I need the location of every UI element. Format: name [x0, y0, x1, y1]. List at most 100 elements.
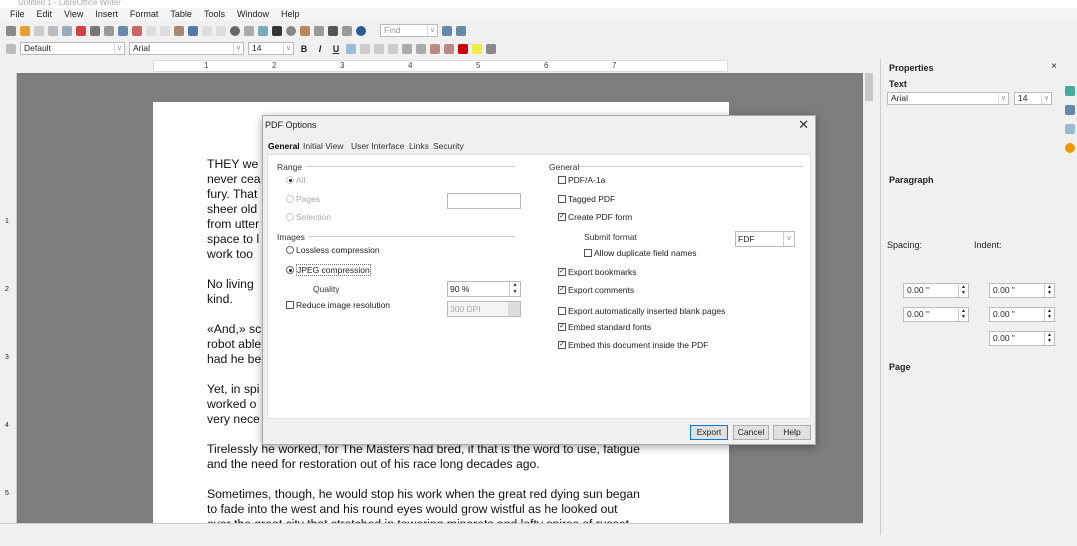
underline-button[interactable]: U — [330, 44, 342, 54]
find-input[interactable]: Find v — [380, 24, 438, 37]
menu-help[interactable]: Help — [275, 8, 306, 21]
embed-document-checkbox[interactable]: ✓ Embed this document inside the PDF — [558, 340, 708, 350]
section-text[interactable]: Text — [889, 79, 907, 89]
decrease-indent-icon[interactable] — [444, 43, 454, 54]
chevron-down-icon[interactable]: v — [783, 232, 794, 246]
menu-file[interactable]: File — [4, 8, 31, 21]
help-button[interactable]: Help — [773, 425, 811, 440]
export-pdf-icon[interactable] — [76, 25, 86, 36]
italic-button[interactable]: I — [314, 44, 326, 54]
export-blank-pages-checkbox[interactable]: Export automatically inserted blank page… — [558, 306, 725, 316]
find-previous-icon[interactable] — [456, 25, 466, 36]
undo-icon[interactable] — [202, 25, 212, 36]
align-left-icon[interactable] — [346, 43, 356, 54]
find-replace-icon[interactable] — [272, 25, 282, 36]
gallery-tab-icon[interactable] — [1065, 124, 1075, 134]
create-pdf-form-checkbox[interactable]: ✓ Create PDF form — [558, 212, 632, 222]
styles-tab-icon[interactable] — [1065, 105, 1075, 115]
spacing-above-field[interactable]: 0.00 " ▲ ▼ — [903, 283, 969, 298]
help-icon[interactable] — [356, 25, 366, 36]
save-icon[interactable] — [34, 25, 44, 36]
close-icon[interactable]: × — [1051, 61, 1057, 72]
redo-icon[interactable] — [216, 25, 226, 36]
sidebar-font-size[interactable]: 14 v — [1014, 92, 1052, 105]
indent-after-field[interactable]: 0.00 " ▲ ▼ — [989, 307, 1055, 322]
navigator-tab-icon[interactable] — [1065, 143, 1075, 153]
spacing-below-field[interactable]: 0.00 " ▲ ▼ — [903, 307, 969, 322]
highlight-icon[interactable] — [472, 43, 482, 54]
email-icon[interactable] — [48, 25, 58, 36]
align-center-icon[interactable] — [360, 43, 370, 54]
menu-edit[interactable]: Edit — [31, 8, 59, 21]
increase-indent-icon[interactable] — [430, 43, 440, 54]
paragraph-style-select[interactable]: Default v — [20, 42, 125, 55]
menu-insert[interactable]: Insert — [89, 8, 124, 21]
font-name-select[interactable]: Arial v — [129, 42, 244, 55]
data-sources-icon[interactable] — [314, 25, 324, 36]
vertical-ruler[interactable]: 1 2 3 4 5 — [0, 73, 17, 523]
paste-icon[interactable] — [174, 25, 184, 36]
indent-before-field[interactable]: 0.00 " ▲ ▼ — [989, 283, 1055, 298]
export-button[interactable]: Export — [690, 425, 728, 440]
justify-icon[interactable] — [388, 43, 398, 54]
open-icon[interactable] — [20, 25, 30, 36]
vertical-scrollbar[interactable] — [863, 59, 875, 523]
tab-user-interface[interactable]: User Interface — [351, 141, 404, 151]
tab-security[interactable]: Security — [433, 141, 464, 151]
section-page[interactable]: Page — [889, 362, 911, 372]
chevron-down-icon[interactable] — [508, 302, 520, 316]
menu-table[interactable]: Table — [164, 8, 198, 21]
first-line-indent-field[interactable]: 0.00 " ▲ ▼ — [989, 331, 1055, 346]
gallery-icon[interactable] — [300, 25, 310, 36]
numbering-icon[interactable] — [402, 43, 412, 54]
tagged-pdf-checkbox[interactable]: Tagged PDF — [558, 194, 615, 204]
reduce-resolution-checkbox[interactable]: Reduce image resolution — [286, 300, 390, 310]
font-size-select[interactable]: 14 v — [248, 42, 294, 55]
embed-fonts-checkbox[interactable]: ✓ Embed standard fonts — [558, 322, 651, 332]
jpeg-compression-radio[interactable]: JPEG compression — [286, 264, 371, 276]
properties-tab-icon[interactable] — [1065, 86, 1075, 96]
print-icon[interactable] — [90, 25, 100, 36]
pdfa-checkbox[interactable]: PDF/A-1a — [558, 175, 605, 185]
allow-duplicate-names-checkbox[interactable]: Allow duplicate field names — [584, 248, 697, 258]
export-bookmarks-checkbox[interactable]: ✓ Export bookmarks — [558, 267, 637, 277]
range-all-radio[interactable]: All — [286, 175, 305, 185]
chevron-down-icon[interactable]: v — [1041, 93, 1051, 104]
range-selection-radio[interactable]: Selection — [286, 212, 331, 222]
bold-button[interactable]: B — [298, 44, 310, 54]
navigator-icon[interactable] — [286, 25, 296, 36]
sidebar-font-name[interactable]: Arial v — [887, 92, 1009, 105]
show-draw-icon[interactable] — [258, 25, 268, 36]
clone-format-icon[interactable] — [188, 25, 198, 36]
menu-format[interactable]: Format — [124, 8, 165, 21]
pages-input[interactable] — [447, 193, 521, 209]
align-right-icon[interactable] — [374, 43, 384, 54]
submit-format-select[interactable]: FDF v — [735, 231, 795, 247]
tab-initial-view[interactable]: Initial View — [303, 141, 343, 151]
export-comments-checkbox[interactable]: ✓ Export comments — [558, 285, 634, 295]
spellcheck-icon[interactable] — [118, 25, 128, 36]
chevron-down-icon[interactable]: v — [114, 43, 124, 54]
range-pages-radio[interactable]: Pages — [286, 194, 320, 204]
bullets-icon[interactable] — [416, 43, 426, 54]
cancel-button[interactable]: Cancel — [733, 425, 769, 440]
hyperlink-icon[interactable] — [230, 25, 240, 36]
section-paragraph[interactable]: Paragraph — [889, 175, 934, 185]
menu-tools[interactable]: Tools — [198, 8, 231, 21]
lossless-compression-radio[interactable]: Lossless compression — [286, 245, 380, 255]
chevron-down-icon[interactable]: v — [427, 25, 437, 36]
close-icon[interactable]: ✕ — [798, 117, 809, 133]
font-color-icon[interactable] — [458, 43, 468, 54]
chevron-down-icon[interactable]: v — [998, 93, 1008, 104]
styles-icon[interactable] — [6, 43, 16, 54]
horizontal-ruler[interactable]: 1 2 3 4 5 6 7 — [18, 59, 863, 73]
menu-view[interactable]: View — [58, 8, 89, 21]
print-preview-icon[interactable] — [104, 25, 114, 36]
find-next-icon[interactable] — [442, 25, 452, 36]
tab-links[interactable]: Links — [409, 141, 429, 151]
edit-mode-icon[interactable] — [62, 25, 72, 36]
quality-spinner[interactable]: 90 % ▲ ▼ — [447, 281, 521, 297]
cut-icon[interactable] — [146, 25, 156, 36]
horizontal-scrollbar[interactable] — [0, 523, 863, 535]
copy-icon[interactable] — [160, 25, 170, 36]
